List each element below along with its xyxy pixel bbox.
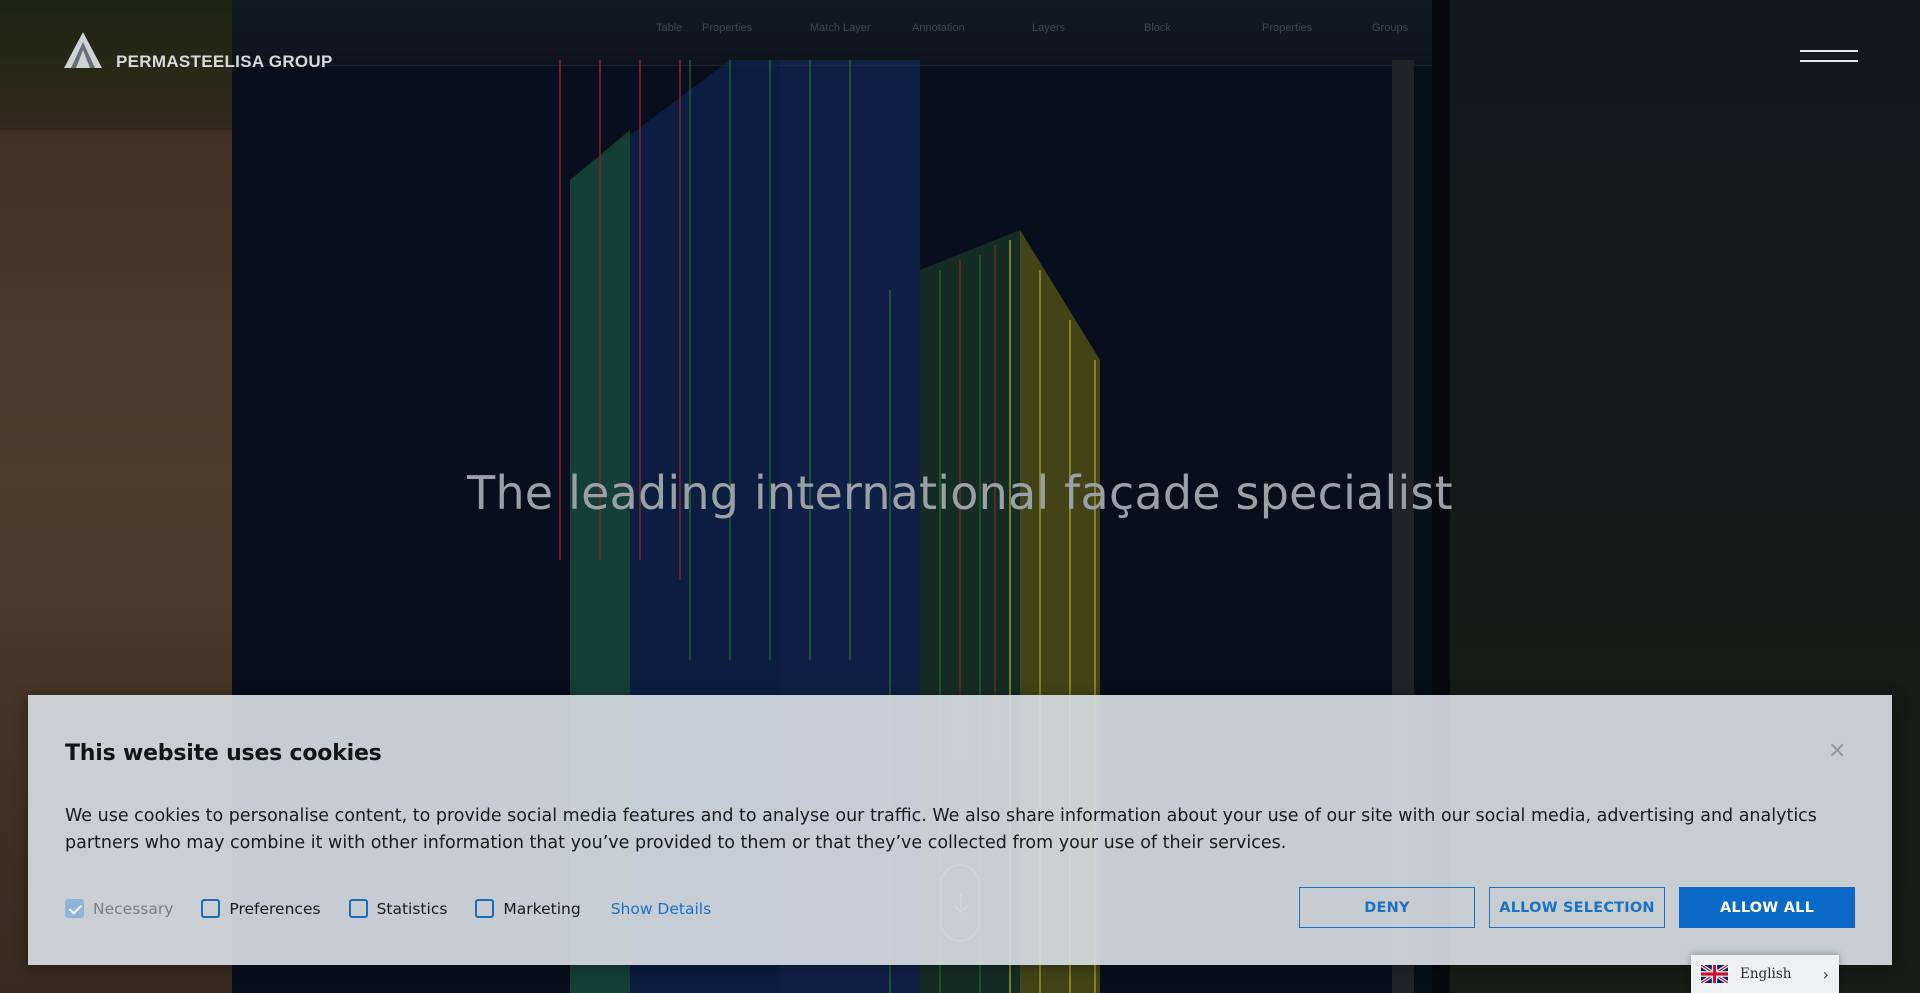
close-icon[interactable]: × bbox=[1828, 740, 1846, 762]
hero-headline: The leading international façade special… bbox=[467, 466, 1453, 520]
option-label: Necessary bbox=[93, 899, 174, 918]
cookie-banner-title: This website uses cookies bbox=[65, 741, 382, 766]
deny-button[interactable]: DENY bbox=[1299, 887, 1475, 928]
checkbox-icon bbox=[475, 899, 495, 918]
option-label: Statistics bbox=[376, 899, 448, 918]
chevron-right-icon: › bbox=[1822, 964, 1829, 984]
marketing-checkbox[interactable]: Marketing bbox=[475, 899, 581, 918]
checkbox-icon bbox=[201, 899, 221, 918]
hamburger-menu-icon[interactable] bbox=[1800, 50, 1858, 66]
allow-selection-button[interactable]: ALLOW SELECTION bbox=[1489, 887, 1665, 928]
necessary-checkbox[interactable]: Necessary bbox=[65, 899, 173, 918]
option-label: Preferences bbox=[229, 899, 321, 918]
site-logo[interactable]: PERMASTEELISA GROUP bbox=[62, 30, 333, 72]
cookie-banner-text: We use cookies to personalise content, t… bbox=[65, 806, 1817, 853]
statistics-checkbox[interactable]: Statistics bbox=[348, 899, 448, 918]
allow-all-button[interactable]: ALLOW ALL bbox=[1679, 887, 1855, 928]
language-selector[interactable]: English › bbox=[1691, 955, 1839, 993]
uk-flag-icon bbox=[1701, 965, 1728, 983]
permasteelisa-logo-icon bbox=[64, 32, 102, 68]
checkbox-icon bbox=[348, 899, 368, 918]
cookie-options: Necessary Preferences Statistics Marketi… bbox=[65, 899, 711, 918]
checkbox-checked-icon bbox=[65, 899, 84, 918]
option-label: Marketing bbox=[503, 899, 581, 918]
show-details-link[interactable]: Show Details bbox=[611, 900, 712, 918]
cookie-consent-banner: This website uses cookies × We use cooki… bbox=[28, 695, 1892, 965]
preferences-checkbox[interactable]: Preferences bbox=[201, 899, 321, 918]
language-label: English bbox=[1740, 966, 1792, 982]
logo-text: PERMASTEELISA GROUP bbox=[116, 52, 333, 71]
